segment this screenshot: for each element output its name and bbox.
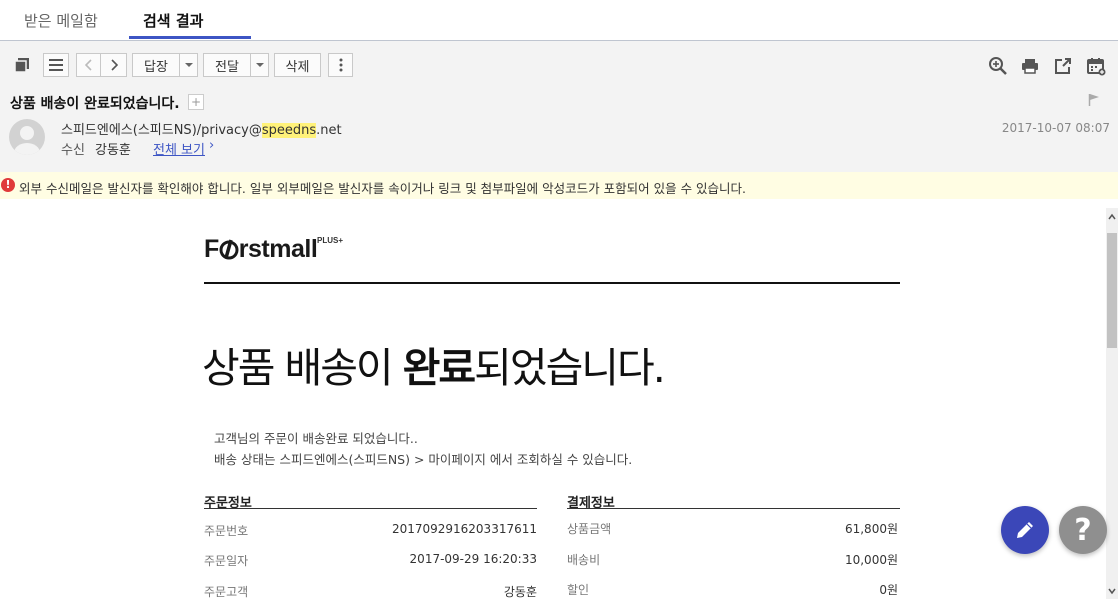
search-highlight: speedns	[261, 123, 317, 138]
more-options-button[interactable]	[328, 53, 353, 77]
forward-button[interactable]: 전달	[203, 53, 251, 77]
share-button[interactable]	[1053, 56, 1073, 76]
caret-down-icon	[255, 63, 264, 67]
shipping-fee-label: 배송비	[567, 553, 601, 567]
reply-split-button: 답장	[132, 53, 198, 77]
flag-button[interactable]	[1088, 92, 1100, 111]
scroll-down-button[interactable]	[1106, 583, 1118, 597]
scroll-up-button[interactable]	[1106, 209, 1118, 223]
headline-part1: 상품 배송이	[202, 344, 403, 392]
discount-label: 할인	[567, 583, 590, 597]
add-tag-button[interactable]: +	[188, 94, 204, 110]
headline-part2: 되었습니다.	[474, 344, 666, 392]
flag-icon	[1088, 94, 1099, 106]
received-date: 2017-10-07 08:07	[1001, 121, 1110, 135]
list-icon	[49, 59, 63, 71]
user-icon	[14, 126, 40, 155]
product-amount-value: 61,800원	[844, 522, 898, 536]
more-vertical-icon	[339, 58, 342, 72]
chevron-right-icon	[110, 59, 118, 71]
email-headline: 상품 배송이 완료되었습니다.	[202, 334, 666, 394]
add-calendar-button[interactable]	[1086, 56, 1106, 76]
delete-button[interactable]: 삭제	[274, 53, 321, 77]
divider	[567, 508, 900, 509]
zoom-button[interactable]	[988, 56, 1008, 76]
chevron-left-icon	[84, 59, 92, 71]
reply-button[interactable]: 답장	[132, 53, 180, 77]
shipping-fee-value: 10,000원	[844, 553, 898, 567]
copy-icon	[14, 58, 29, 73]
order-date-label: 주문일자	[204, 554, 249, 568]
order-customer-label: 주문고객	[204, 585, 249, 599]
description-line-1: 고객님의 주문이 배송완료 되었습니다..	[214, 431, 418, 446]
zoom-in-icon	[989, 57, 1007, 75]
warning-text: 외부 수신메일은 발신자를 확인해야 합니다. 일부 외부메일은 발신자를 속이…	[19, 181, 747, 196]
logo-plus-badge: PLUS+	[317, 236, 344, 245]
chevron-down-icon	[1108, 588, 1116, 595]
sender-address-prefix: 스피드엔에스(스피드NS)/privacy@	[61, 123, 262, 138]
sender-address[interactable]: 스피드엔에스(스피드NS)/privacy@speedns.net	[61, 119, 342, 138]
logo-mark-icon	[219, 239, 239, 260]
printer-icon	[1022, 59, 1038, 74]
calendar-add-icon	[1087, 58, 1106, 76]
tab-search-results[interactable]: 검색 결과	[143, 10, 203, 31]
export-icon	[1055, 58, 1071, 74]
copy-view-button[interactable]	[10, 53, 34, 77]
alert-icon: !	[1, 178, 15, 192]
pencil-icon	[1017, 522, 1033, 538]
caret-down-icon	[184, 63, 193, 67]
order-number-value: 2017092916203317611	[391, 522, 537, 536]
forward-dropdown-button[interactable]	[251, 53, 269, 77]
sender-avatar	[9, 119, 45, 155]
recipient-label: 수신	[61, 143, 85, 158]
active-tab-indicator	[129, 36, 251, 39]
scrollbar-thumb[interactable]	[1107, 233, 1117, 348]
print-button[interactable]	[1020, 56, 1040, 76]
chevron-right-icon[interactable]: ›	[209, 138, 214, 153]
mail-subject: 상품 배송이 완료되었습니다.	[10, 96, 180, 112]
help-button[interactable]: ?	[1059, 506, 1107, 554]
sender-address-suffix: .net	[316, 123, 342, 138]
external-mail-warning: ! 외부 수신메일은 발신자를 확인해야 합니다. 일부 외부메일은 발신자를 …	[0, 172, 1118, 199]
view-all-recipients-link[interactable]: 전체 보기	[153, 139, 205, 158]
divider	[204, 282, 900, 284]
product-amount-label: 상품금액	[567, 522, 612, 536]
order-number-label: 주문번호	[204, 524, 249, 538]
divider	[204, 508, 537, 509]
tab-inbox[interactable]: 받은 메일함	[24, 10, 98, 31]
description-line-2: 배송 상태는 스피드엔에스(스피드NS) > 마이페이지 에서 조회하실 수 있…	[214, 452, 633, 467]
chevron-up-icon	[1108, 213, 1116, 220]
previous-mail-button[interactable]	[76, 53, 101, 77]
message-header: 답장 전달 삭제 상품 배송이 완료되었습니다. + 스피드엔에스(스피드NS)…	[0, 41, 1118, 172]
list-view-button[interactable]	[43, 53, 69, 77]
firstmall-logo: F rstmall	[204, 235, 318, 263]
headline-bold: 완료	[402, 344, 476, 392]
next-mail-button[interactable]	[101, 53, 127, 77]
reply-dropdown-button[interactable]	[180, 53, 198, 77]
forward-split-button: 전달	[203, 53, 269, 77]
mail-tabs: 받은 메일함 검색 결과	[0, 0, 1118, 41]
recipient-name[interactable]: 강동훈	[95, 139, 131, 158]
discount-value: 0원	[879, 583, 898, 597]
order-customer-value: 강동훈	[503, 585, 537, 599]
order-date-value: 2017-09-29 16:20:33	[409, 552, 537, 566]
compose-button[interactable]	[1001, 506, 1049, 554]
